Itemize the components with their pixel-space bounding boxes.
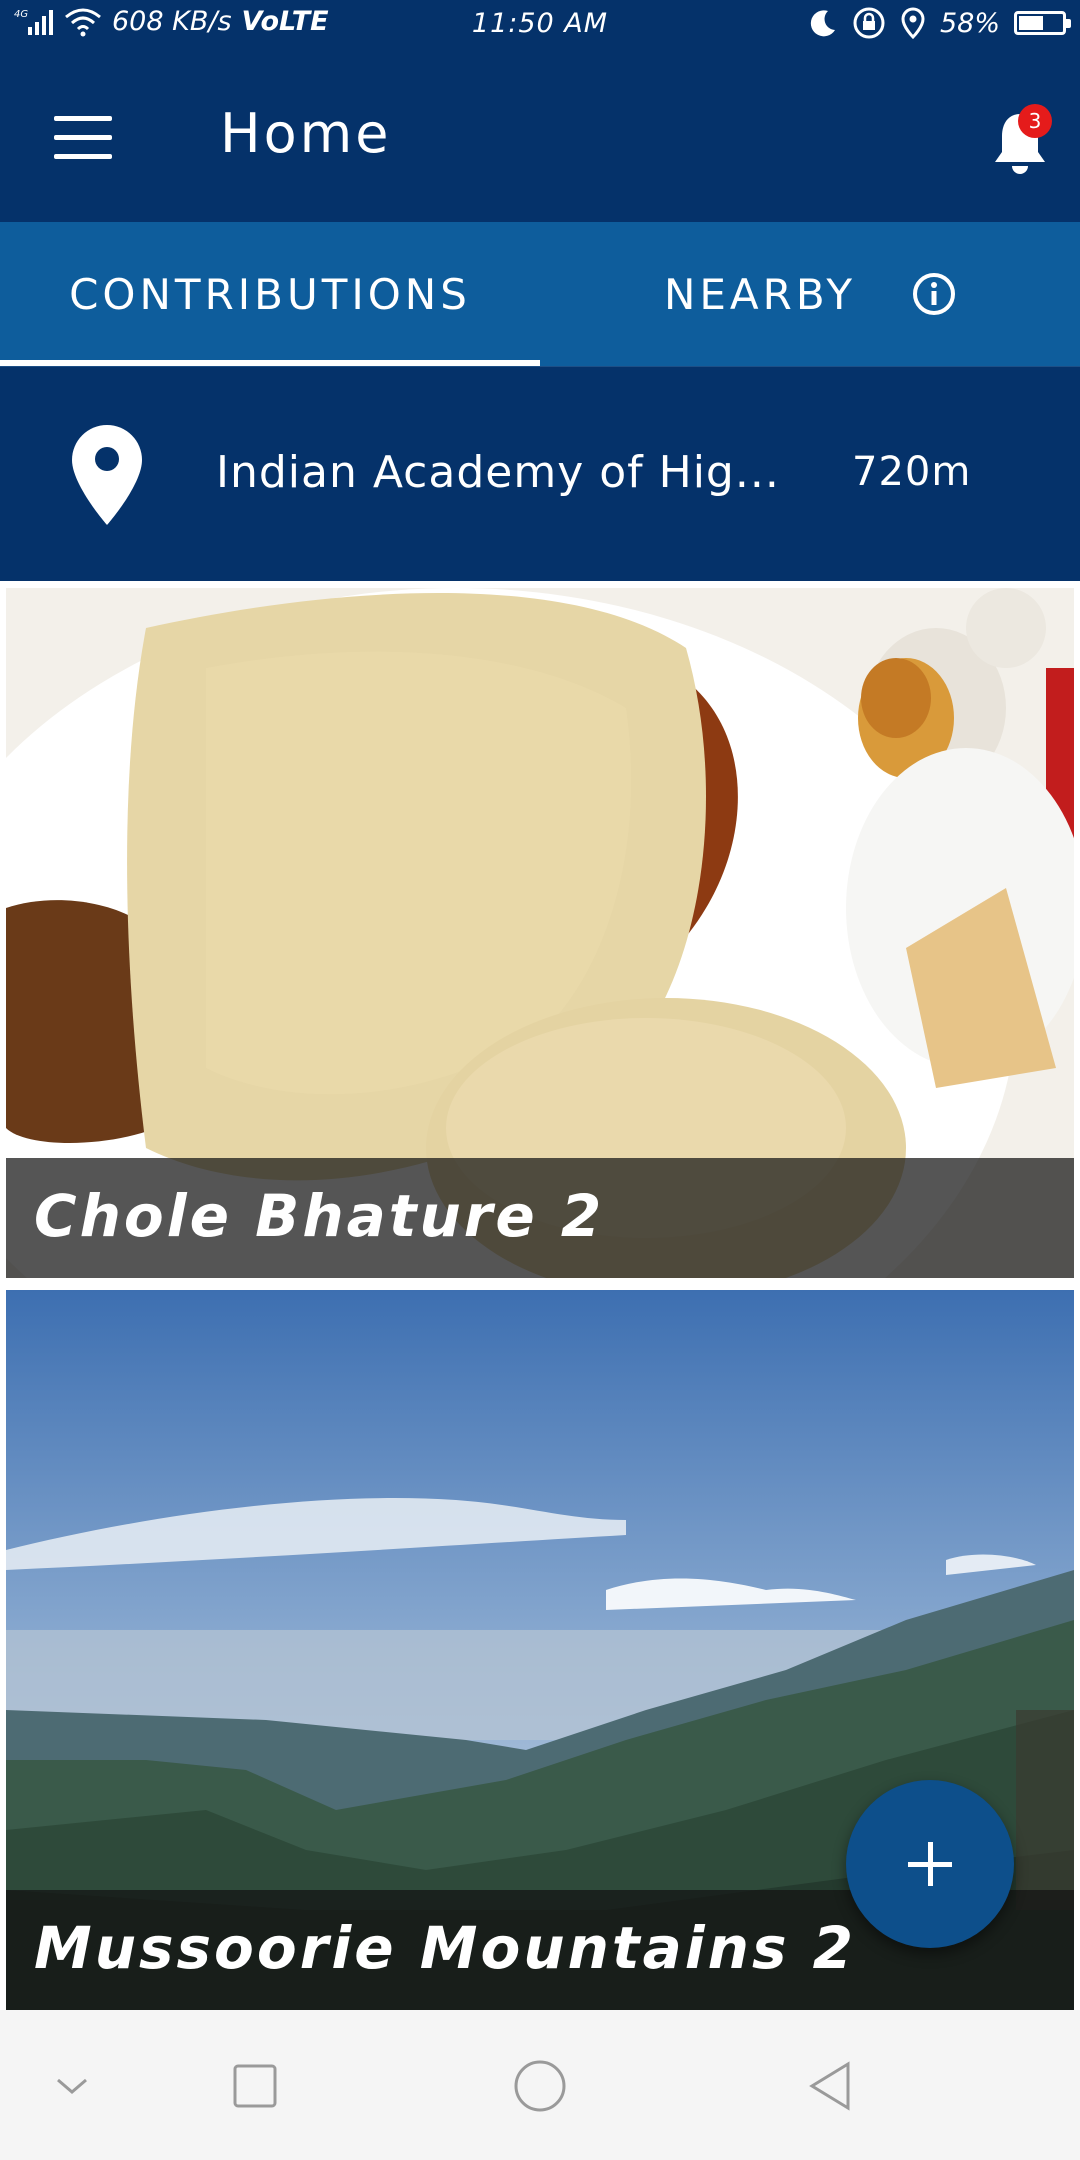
moon-icon — [810, 10, 835, 37]
location-icon — [901, 7, 925, 39]
system-nav-bar — [0, 2010, 1080, 2160]
tab-bar: CONTRIBUTIONS NEARBY — [0, 222, 1080, 366]
notification-badge: 3 — [1018, 104, 1052, 138]
info-icon[interactable] — [912, 272, 956, 316]
add-contribution-button[interactable] — [846, 1780, 1014, 1948]
location-distance: 720m — [852, 449, 972, 495]
tab-contributions-label: CONTRIBUTIONS — [69, 269, 471, 319]
tab-nearby-label: NEARBY — [663, 269, 857, 319]
location-name: Indian Academy of Hig... — [216, 447, 780, 498]
recents-icon[interactable] — [225, 2056, 285, 2116]
home-icon[interactable] — [510, 2056, 570, 2116]
menu-icon[interactable] — [54, 116, 112, 160]
chevron-down-icon[interactable] — [42, 2056, 102, 2116]
status-right: 58% — [808, 6, 1071, 40]
card-title: Mussoorie Mountains 2 — [34, 1914, 857, 1982]
status-bar: 4G 608 KB/s VoLTE 11:50 AM 58% — [0, 0, 1080, 56]
battery-icon — [1014, 11, 1071, 35]
nearest-location-card[interactable]: Indian Academy of Hig... 720m — [0, 366, 1080, 581]
tab-contributions[interactable]: CONTRIBUTIONS — [0, 222, 540, 366]
card-caption: Chole Bhature 2 — [6, 1158, 1074, 1278]
contribution-card[interactable]: Chole Bhature 2 — [6, 588, 1074, 1278]
app-bar: Home — [0, 56, 1080, 222]
page-title: Home — [220, 102, 392, 165]
battery-percent: 58% — [939, 7, 1000, 39]
tab-nearby[interactable]: NEARBY — [540, 222, 1080, 366]
lock-rotation-icon — [853, 7, 885, 39]
card-title: Chole Bhature 2 — [34, 1182, 605, 1250]
battery-level — [1019, 16, 1043, 30]
back-icon[interactable] — [800, 2056, 860, 2116]
map-pin-icon — [72, 425, 142, 525]
